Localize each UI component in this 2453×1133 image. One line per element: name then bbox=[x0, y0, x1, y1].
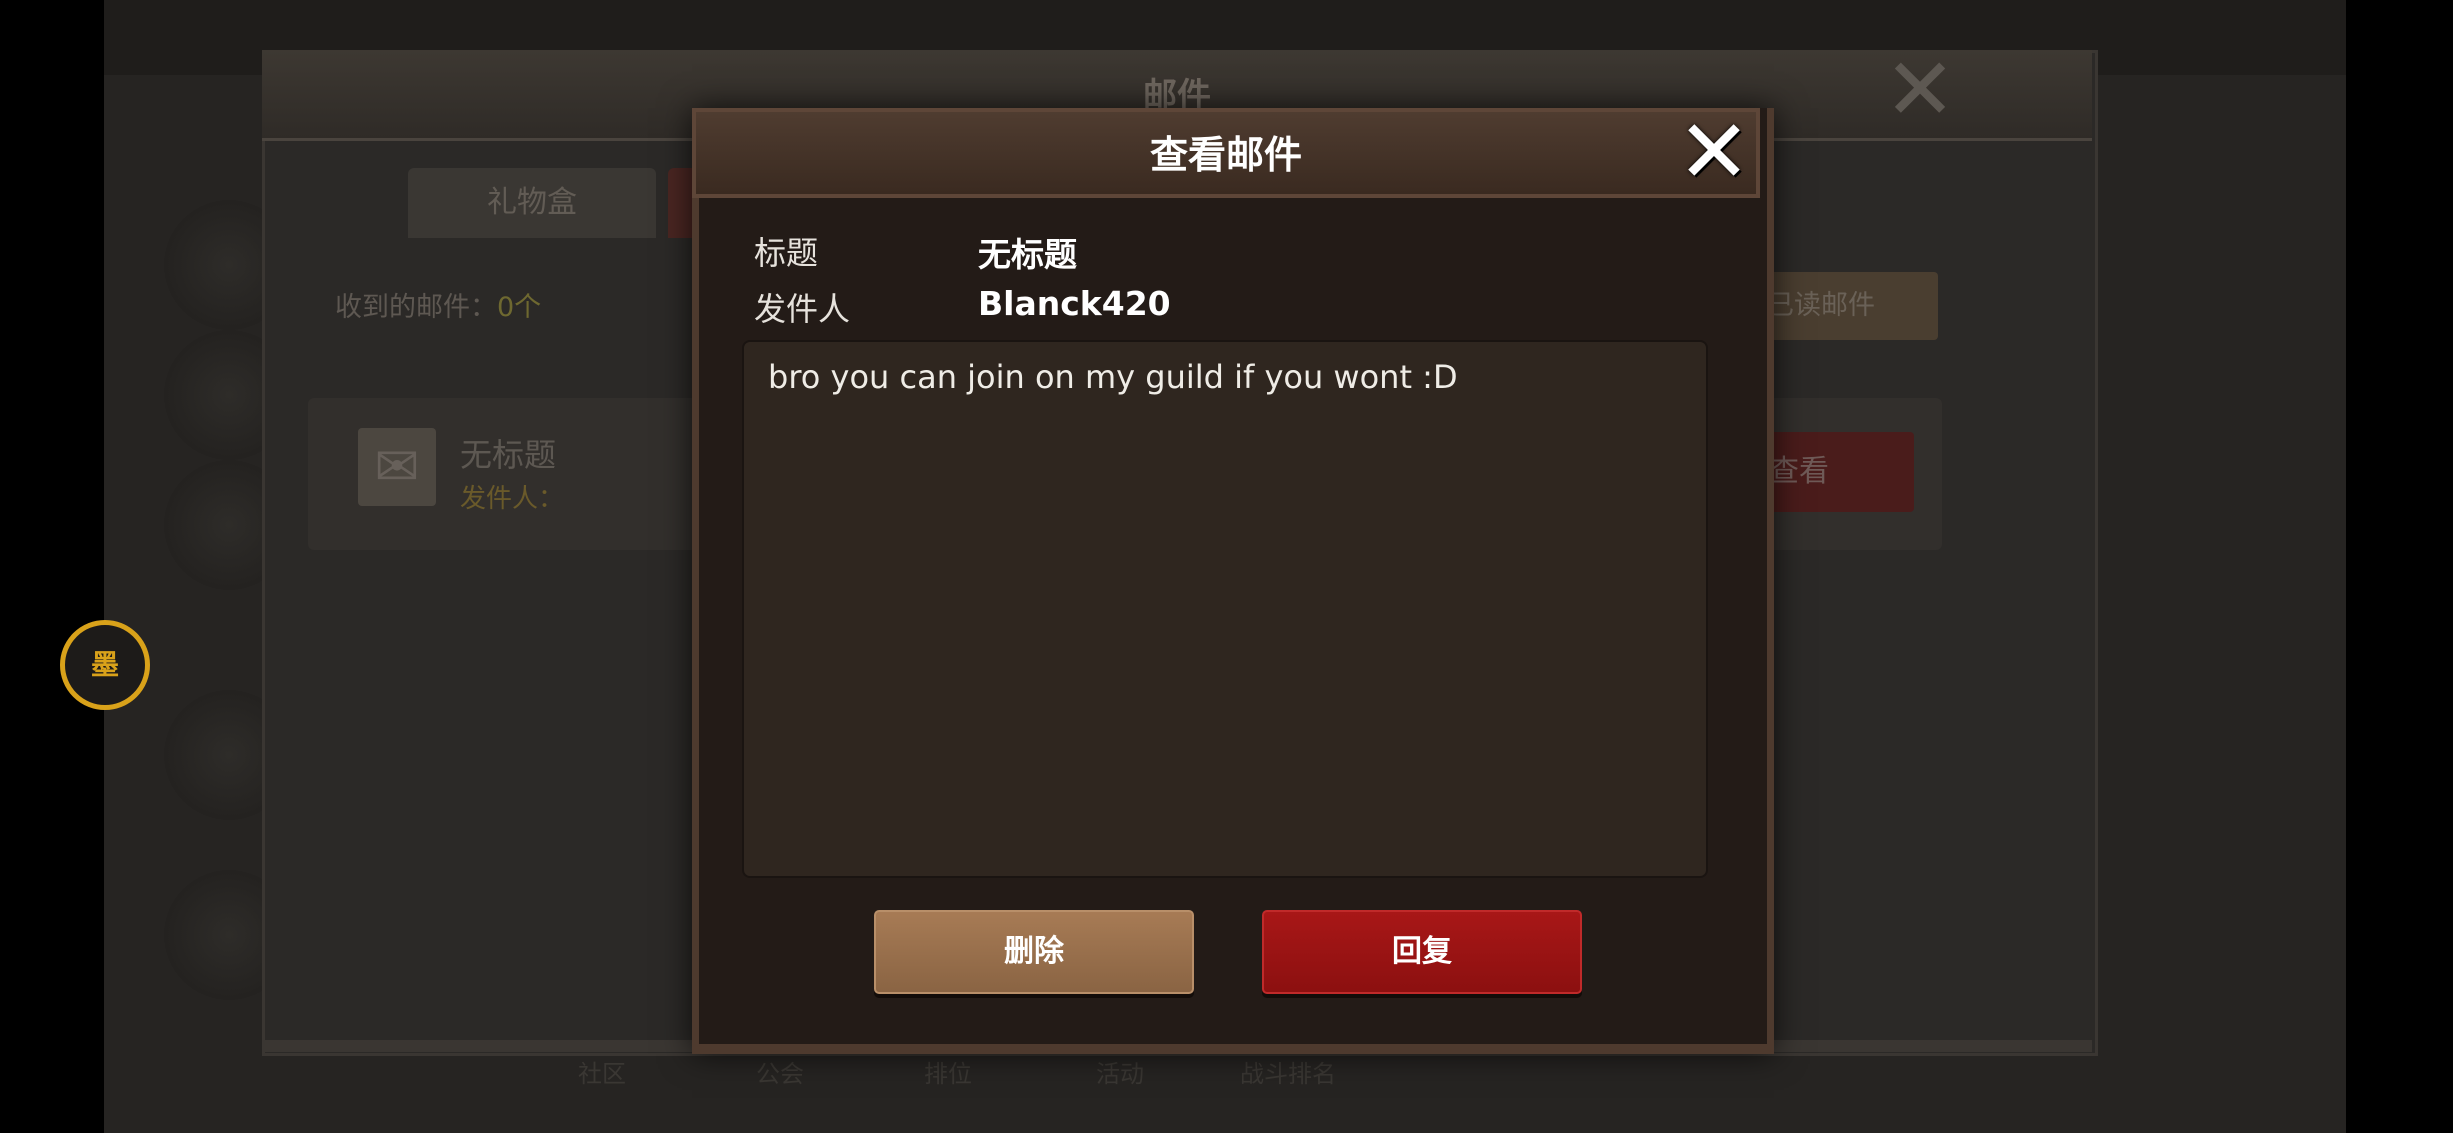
message-text: bro you can join on my guild if you wont… bbox=[768, 358, 1458, 396]
delete-button[interactable]: 删除 bbox=[874, 910, 1194, 994]
mail-item-title: 无标题 bbox=[460, 436, 557, 474]
tab-gift-box[interactable]: 礼物盒 bbox=[408, 168, 656, 238]
received-mail-count: 收到的邮件：0个 bbox=[335, 292, 542, 323]
close-icon[interactable]: ✕ bbox=[1674, 108, 1754, 196]
bottom-tab[interactable]: 社区 bbox=[578, 1054, 626, 1089]
subject-value: 无标题 bbox=[978, 235, 1077, 274]
reply-button[interactable]: 回复 bbox=[1262, 910, 1582, 994]
bottom-tab[interactable]: 战斗排名 bbox=[1240, 1054, 1336, 1089]
avatar[interactable]: 墨 bbox=[60, 620, 150, 710]
received-count-value: 0个 bbox=[497, 292, 542, 323]
message-body bbox=[742, 340, 1708, 878]
bottom-tab[interactable]: 公会 bbox=[756, 1054, 804, 1089]
sender-label: 发件人 bbox=[754, 290, 851, 328]
subject-label: 标题 bbox=[754, 234, 819, 272]
bottom-tab[interactable]: 排位 bbox=[924, 1054, 972, 1089]
mail-item-sender: 发件人： bbox=[460, 484, 565, 514]
bottom-tab[interactable]: 活动 bbox=[1096, 1054, 1144, 1089]
mail-close-icon[interactable]: ✕ bbox=[1880, 47, 1960, 133]
dialog-title: 查看邮件 bbox=[1149, 133, 1302, 177]
envelope-icon: ✉ bbox=[358, 428, 436, 506]
sender-value: Blanck420 bbox=[978, 284, 1171, 323]
